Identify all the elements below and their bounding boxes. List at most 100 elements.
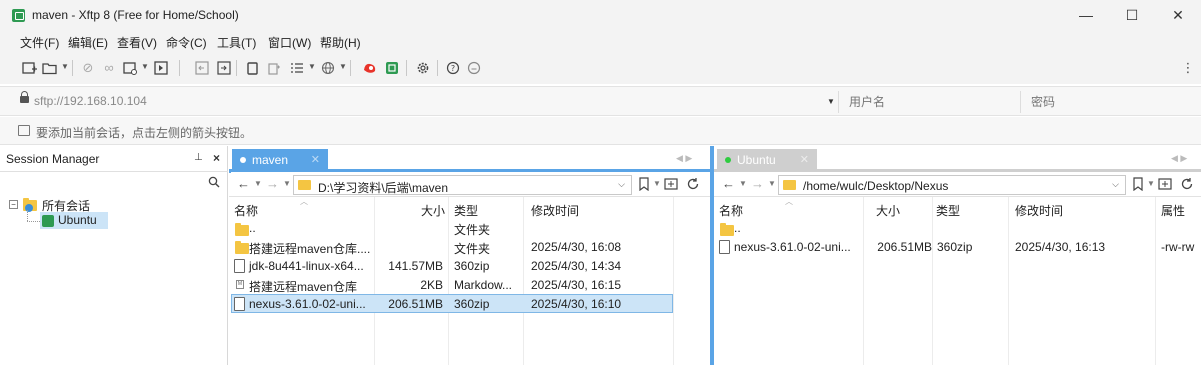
back-icon[interactable]: ← bbox=[237, 176, 250, 191]
forward-icon[interactable]: → bbox=[266, 176, 279, 191]
sync-right-icon[interactable] bbox=[216, 60, 232, 76]
col-header-size[interactable]: 大小 bbox=[876, 202, 900, 219]
forward-icon[interactable]: → bbox=[751, 176, 764, 191]
col-header-modified[interactable]: 修改时间 bbox=[531, 202, 579, 219]
parent-folder-icon bbox=[720, 223, 734, 236]
settings-icon[interactable] bbox=[415, 60, 431, 76]
tab-close-icon[interactable]: ✕ bbox=[311, 153, 320, 166]
file-icon bbox=[719, 240, 730, 254]
refresh-icon[interactable] bbox=[686, 177, 700, 194]
active-tab-bar bbox=[229, 169, 710, 172]
col-header-type[interactable]: 类型 bbox=[454, 202, 478, 219]
markdown-icon: M bbox=[236, 280, 244, 289]
toolbar-more-icon[interactable]: ⋮ bbox=[1182, 60, 1195, 76]
new-tab-icon[interactable] bbox=[122, 60, 138, 76]
refresh-icon[interactable] bbox=[1180, 177, 1194, 194]
xftp-icon[interactable] bbox=[384, 60, 400, 76]
add-session-icon[interactable] bbox=[18, 125, 30, 136]
local-path-input[interactable]: D:\学习资料\后端\maven ⌵ bbox=[293, 175, 632, 195]
xshell-icon[interactable] bbox=[361, 60, 377, 76]
tree-line bbox=[27, 221, 40, 222]
list-view-dropdown-icon[interactable]: ▼ bbox=[308, 62, 316, 71]
back-dropdown-icon[interactable]: ▼ bbox=[739, 179, 747, 188]
maximize-button[interactable]: ☐ bbox=[1109, 0, 1155, 30]
file-type: 文件夹 bbox=[454, 223, 491, 237]
file-name: .. bbox=[734, 221, 741, 235]
session-close-icon[interactable]: × bbox=[213, 151, 220, 165]
table-row[interactable]: nexus-3.61.0-02-uni... 206.51MB 360zip 2… bbox=[716, 238, 1201, 257]
tab-scroll-icon[interactable]: ◀ ▶ bbox=[1171, 153, 1187, 164]
menu-edit[interactable]: 编辑(E) bbox=[68, 34, 108, 51]
toolbar-separator bbox=[406, 60, 407, 76]
tree-collapse-icon[interactable]: − bbox=[9, 200, 18, 209]
col-header-modified[interactable]: 修改时间 bbox=[1015, 202, 1063, 219]
menu-file[interactable]: 文件(F) bbox=[20, 34, 59, 51]
table-row[interactable]: jdk-8u441-linux-x64... 141.57MB 360zip 2… bbox=[231, 257, 673, 276]
new-tab-dropdown-icon[interactable]: ▼ bbox=[141, 62, 149, 71]
globe-icon[interactable] bbox=[320, 60, 336, 76]
table-row[interactable]: .. bbox=[716, 219, 1201, 238]
bookmark-dropdown-icon[interactable]: ▼ bbox=[653, 179, 661, 188]
col-header-name[interactable]: 名称 bbox=[719, 202, 743, 219]
table-row-selected[interactable]: nexus-3.61.0-02-uni... 206.51MB 360zip 2… bbox=[231, 295, 673, 314]
host-address-input[interactable] bbox=[34, 92, 824, 110]
forward-dropdown-icon[interactable]: ▼ bbox=[768, 179, 776, 188]
path-dropdown-icon[interactable]: ⌵ bbox=[618, 179, 625, 190]
link-icon[interactable]: ∞ bbox=[101, 60, 117, 76]
remote-path-input[interactable]: /home/wulc/Desktop/Nexus ⌵ bbox=[778, 175, 1126, 195]
menu-help[interactable]: 帮助(H) bbox=[320, 34, 361, 51]
table-row[interactable]: 搭建远程maven仓库.... 文件夹 2025/4/30, 16:08 bbox=[231, 238, 673, 257]
col-header-attributes[interactable]: 属性 bbox=[1161, 202, 1185, 219]
file-size: 206.51MB bbox=[388, 297, 443, 311]
new-session-icon[interactable] bbox=[21, 60, 37, 76]
globe-dropdown-icon[interactable]: ▼ bbox=[339, 62, 347, 71]
table-row[interactable]: M 搭建远程maven仓库 2KB Markdow... 2025/4/30, … bbox=[231, 276, 673, 295]
file-modified: 2025/4/30, 16:13 bbox=[1015, 240, 1106, 254]
username-field[interactable] bbox=[838, 91, 1018, 113]
bookmark-icon[interactable] bbox=[1132, 177, 1144, 194]
new-folder-icon[interactable] bbox=[1158, 177, 1172, 194]
minimize-button[interactable]: — bbox=[1063, 0, 1109, 30]
password-field[interactable] bbox=[1020, 91, 1200, 113]
address-dropdown-icon[interactable]: ▼ bbox=[827, 97, 835, 106]
tab-close-icon[interactable]: ✕ bbox=[800, 153, 809, 166]
forward-dropdown-icon[interactable]: ▼ bbox=[283, 179, 291, 188]
menu-tools[interactable]: 工具(T) bbox=[217, 34, 256, 51]
bookmark-dropdown-icon[interactable]: ▼ bbox=[1147, 179, 1155, 188]
help-icon[interactable]: ? bbox=[445, 60, 461, 76]
copy-icon[interactable] bbox=[245, 60, 261, 76]
open-dropdown-icon[interactable]: ▼ bbox=[61, 62, 69, 71]
back-dropdown-icon[interactable]: ▼ bbox=[254, 179, 262, 188]
close-button[interactable]: ✕ bbox=[1155, 0, 1201, 30]
back-icon[interactable]: ← bbox=[722, 176, 735, 191]
open-session-icon[interactable] bbox=[42, 60, 58, 76]
inactive-tab-bar bbox=[714, 169, 1201, 172]
menu-window[interactable]: 窗口(W) bbox=[268, 34, 311, 51]
app-icon bbox=[12, 9, 25, 22]
table-row[interactable]: .. 文件夹 bbox=[231, 219, 673, 238]
start-transfer-icon[interactable] bbox=[153, 60, 169, 76]
pin-icon[interactable]: ⊥ bbox=[194, 152, 203, 163]
paste-icon[interactable] bbox=[266, 60, 282, 76]
bookmark-icon[interactable] bbox=[638, 177, 650, 194]
session-manager-panel: Session Manager ⊥ × − 所有会话 Ubuntu bbox=[0, 146, 228, 365]
tree-item-ubuntu[interactable]: Ubuntu bbox=[40, 212, 108, 229]
tab-scroll-icon[interactable]: ◀ ▶ bbox=[676, 153, 692, 164]
tree-line bbox=[27, 210, 28, 221]
menu-view[interactable]: 查看(V) bbox=[117, 34, 157, 51]
col-header-name[interactable]: 名称 bbox=[234, 202, 258, 219]
sync-left-icon[interactable] bbox=[194, 60, 210, 76]
menu-bar: 文件(F) 编辑(E) 查看(V) 命令(C) 工具(T) 窗口(W) 帮助(H… bbox=[0, 30, 1201, 52]
disconnect-icon[interactable]: ⊘ bbox=[80, 60, 96, 76]
chat-icon[interactable] bbox=[466, 60, 482, 76]
lock-icon bbox=[20, 91, 29, 103]
path-dropdown-icon[interactable]: ⌵ bbox=[1112, 179, 1119, 190]
col-header-type[interactable]: 类型 bbox=[936, 202, 960, 219]
menu-command[interactable]: 命令(C) bbox=[166, 34, 207, 51]
session-manager-title: Session Manager bbox=[6, 152, 100, 166]
remote-path-bar: ← ▼ → ▼ /home/wulc/Desktop/Nexus ⌵ ▼ bbox=[714, 173, 1201, 197]
search-icon[interactable] bbox=[208, 176, 220, 188]
new-folder-icon[interactable] bbox=[664, 177, 678, 194]
list-view-icon[interactable] bbox=[289, 60, 305, 76]
col-header-size[interactable]: 大小 bbox=[421, 202, 445, 219]
